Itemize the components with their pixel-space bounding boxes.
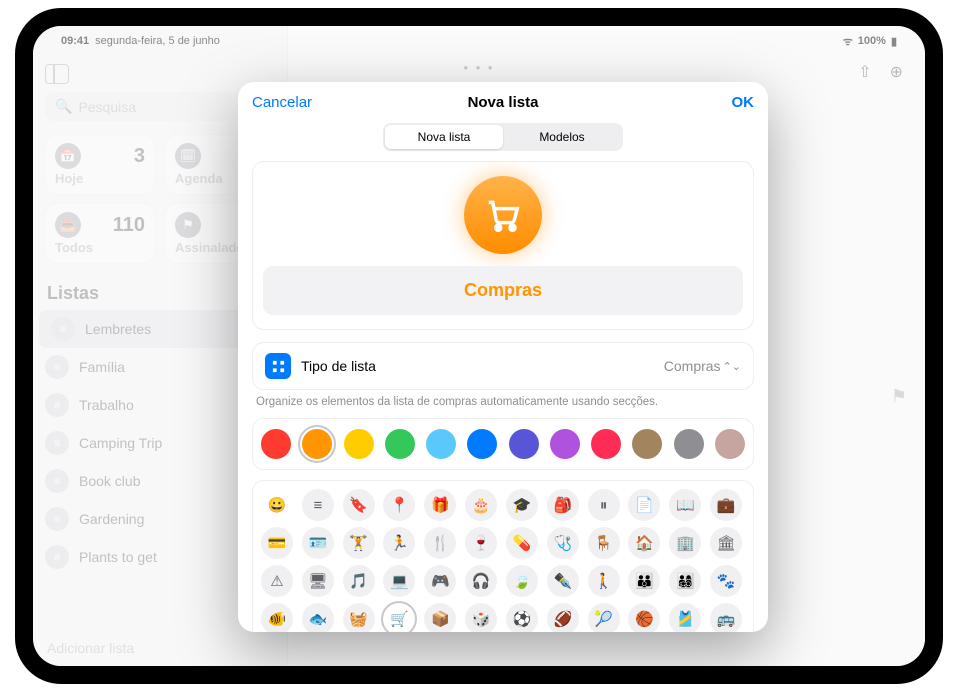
icon-option[interactable]: 💊 xyxy=(506,527,538,559)
icon-option[interactable]: 🩺 xyxy=(547,527,579,559)
icon-option[interactable]: 🍷 xyxy=(465,527,497,559)
modal-title: Nova lista xyxy=(468,94,539,111)
icon-option[interactable]: 📦 xyxy=(424,603,456,632)
segment-new-list[interactable]: Nova lista xyxy=(385,125,503,149)
color-swatch[interactable] xyxy=(426,429,456,459)
icon-option[interactable]: 🍃 xyxy=(506,565,538,597)
icon-option[interactable]: 💻 xyxy=(383,565,415,597)
icon-option[interactable]: ⏸ xyxy=(588,489,620,521)
color-swatch[interactable] xyxy=(550,429,580,459)
list-type-hint: Organize os elementos da lista de compra… xyxy=(252,390,754,408)
icon-option[interactable]: 🐟 xyxy=(302,603,334,632)
icon-option[interactable]: 🎂 xyxy=(465,489,497,521)
icon-option[interactable]: 📖 xyxy=(669,489,701,521)
icon-option[interactable]: 🎒 xyxy=(547,489,579,521)
icon-option[interactable]: 🎮 xyxy=(424,565,456,597)
icon-option[interactable]: 📍 xyxy=(383,489,415,521)
icon-option[interactable]: ⚠ xyxy=(261,565,293,597)
segmented-control[interactable]: Nova lista Modelos xyxy=(383,123,623,151)
icon-option[interactable]: 👪 xyxy=(628,565,660,597)
list-type-icon xyxy=(265,353,291,379)
icon-option[interactable]: 🚌 xyxy=(710,603,742,632)
icon-option[interactable]: 🏠 xyxy=(628,527,660,559)
icon-option[interactable]: 🛒 xyxy=(383,603,415,632)
icon-option[interactable]: 💼 xyxy=(710,489,742,521)
icon-option[interactable]: 🏋 xyxy=(343,527,375,559)
list-type-row[interactable]: Tipo de lista Compras ⌃⌄ xyxy=(252,342,754,390)
color-swatch[interactable] xyxy=(302,429,332,459)
segment-models[interactable]: Modelos xyxy=(503,125,621,149)
cancel-button[interactable]: Cancelar xyxy=(252,94,312,111)
icon-option[interactable]: 💳 xyxy=(261,527,293,559)
icon-picker: 😀 ≡ 🔖📍 🎁 🎂 🎓 🎒 ⏸📄 📖 💼 💳 🪪 🏋🏃 🍴 🍷 💊 🩺 🪑🏠 🏢 🏛 ⚠ 🖥 🎵💻 🎮 🎧 🍃 ✒️ 🚶👪 👨‍👩‍👧… xyxy=(252,480,754,632)
icon-option[interactable]: 👨‍👩‍👧‍👦 xyxy=(669,565,701,597)
icon-option[interactable]: 🏃 xyxy=(383,527,415,559)
list-icon-preview xyxy=(464,176,542,254)
color-swatch[interactable] xyxy=(715,429,745,459)
cart-icon xyxy=(484,196,522,234)
preview-card xyxy=(252,161,754,330)
icon-option[interactable]: 🎾 xyxy=(588,603,620,632)
list-type-value: Compras xyxy=(664,358,721,374)
icon-option[interactable]: 🏛 xyxy=(710,527,742,559)
icon-option[interactable]: 🐠 xyxy=(261,603,293,632)
icon-option[interactable]: ≡ xyxy=(302,489,334,521)
icon-option[interactable]: 🖥 xyxy=(302,565,334,597)
color-swatch[interactable] xyxy=(344,429,374,459)
list-name-input[interactable] xyxy=(263,266,743,315)
color-swatch[interactable] xyxy=(591,429,621,459)
color-picker xyxy=(252,418,754,470)
color-swatch[interactable] xyxy=(509,429,539,459)
list-type-label: Tipo de lista xyxy=(301,358,376,374)
icon-option[interactable]: 🔖 xyxy=(343,489,375,521)
icon-option[interactable]: 🧺 xyxy=(343,603,375,632)
icon-option[interactable]: 🎲 xyxy=(465,603,497,632)
icon-option[interactable]: 😀 xyxy=(261,489,293,521)
icon-option[interactable]: 🏢 xyxy=(669,527,701,559)
icon-option[interactable]: 🍴 xyxy=(424,527,456,559)
color-swatch[interactable] xyxy=(674,429,704,459)
icon-option[interactable]: 🏀 xyxy=(628,603,660,632)
icon-option[interactable]: 🏈 xyxy=(547,603,579,632)
icon-option[interactable]: 🪑 xyxy=(588,527,620,559)
icon-option[interactable]: 🎵 xyxy=(343,565,375,597)
new-list-modal: Cancelar Nova lista OK Nova lista Modelo… xyxy=(238,82,768,632)
icon-option[interactable]: 📄 xyxy=(628,489,660,521)
color-swatch[interactable] xyxy=(261,429,291,459)
icon-option[interactable]: 🎁 xyxy=(424,489,456,521)
icon-option[interactable]: 🎧 xyxy=(465,565,497,597)
icon-option[interactable]: 🪪 xyxy=(302,527,334,559)
icon-option[interactable]: ✒️ xyxy=(547,565,579,597)
color-swatch[interactable] xyxy=(467,429,497,459)
icon-option[interactable]: 🎽 xyxy=(669,603,701,632)
color-swatch[interactable] xyxy=(632,429,662,459)
icon-option[interactable]: 🐾 xyxy=(710,565,742,597)
icon-option[interactable]: 🚶 xyxy=(588,565,620,597)
icon-option[interactable]: 🎓 xyxy=(506,489,538,521)
chevron-updown-icon: ⌃⌄ xyxy=(723,360,741,373)
ok-button[interactable]: OK xyxy=(732,94,755,111)
icon-option[interactable]: ⚽ xyxy=(506,603,538,632)
color-swatch[interactable] xyxy=(385,429,415,459)
